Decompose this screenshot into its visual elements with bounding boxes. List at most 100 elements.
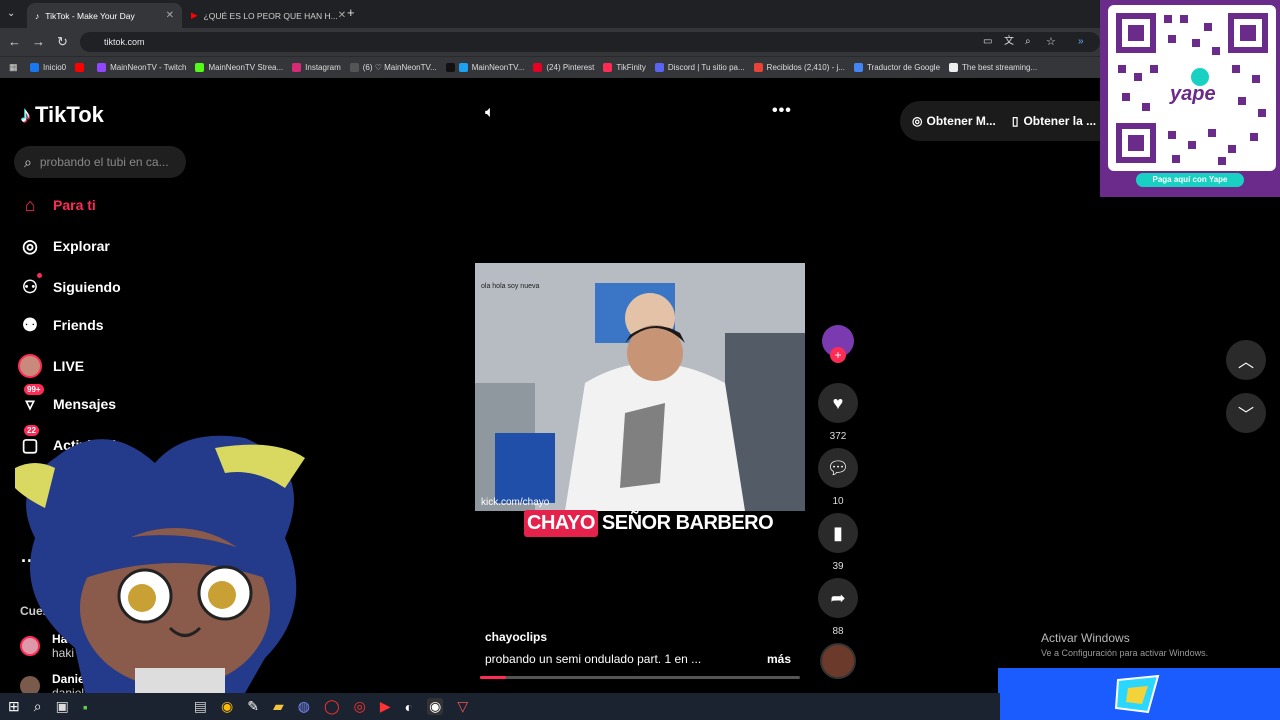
yape-pay-button[interactable]: Paga aquí con Yape <box>1136 173 1244 187</box>
video-caption: CHAYO SEÑOR BARBERO <box>524 510 774 537</box>
reload-icon[interactable]: ↻ <box>57 34 68 50</box>
comment-action[interactable]: 💬︎ 10 <box>818 448 858 507</box>
bookmark-item[interactable]: MainNeonTV... <box>445 63 524 72</box>
nav-explorar[interactable]: ◎ Explorar <box>18 234 110 258</box>
like-action[interactable]: ♥ 372 <box>818 383 858 442</box>
compass-icon: ◎ <box>22 235 38 256</box>
heart-icon[interactable]: ♥ <box>818 383 858 423</box>
url-input[interactable]: tiktok.com <box>80 32 1100 52</box>
forward-icon[interactable]: → <box>32 34 45 50</box>
creator-avatar[interactable]: + <box>822 325 854 363</box>
qr-code: yape <box>1108 5 1276 171</box>
share-icon[interactable]: ➦ <box>818 578 858 618</box>
youtube-favicon-icon: ▶ <box>191 10 198 20</box>
tab-search-icon[interactable]: ⌄ <box>7 6 15 22</box>
tab-youtube[interactable]: ▶ ¿QUÉ ES LO PEOR QUE HAN H... ✕ <box>183 3 346 28</box>
tab-label: ¿QUÉ ES LO PEOR QUE HAN H... <box>203 10 338 21</box>
google-translate-icon <box>853 63 863 72</box>
taskbar-app-icon[interactable]: ▣ <box>56 698 69 715</box>
bookmark-item[interactable]: The best streaming... <box>949 63 1037 72</box>
translate-icon[interactable]: 文 <box>1004 34 1014 50</box>
video-author[interactable]: chayoclips <box>485 630 547 644</box>
home-icon: ⌂ <box>24 194 36 215</box>
discord-icon[interactable]: ◍ <box>298 698 310 715</box>
bookmark-item[interactable]: (24) Pinterest <box>533 63 594 72</box>
windows-start-icon[interactable]: ⊞ <box>8 698 20 715</box>
chevron-up-icon: ︿ <box>1237 354 1254 371</box>
bookmark-icon[interactable]: ▮ <box>818 513 858 553</box>
activate-windows-subtitle: Ve a Configuración para activar Windows. <box>1041 648 1209 658</box>
vtuber-avatar-overlay <box>15 435 305 693</box>
save-action[interactable]: ▮ 39 <box>818 513 858 572</box>
minecraft-icon[interactable]: ▪ <box>83 699 88 715</box>
live-avatar-icon <box>18 354 42 378</box>
tab-tiktok[interactable]: ♪ TikTok - Make Your Day ✕ <box>27 3 182 28</box>
opera-gx-icon[interactable]: ◎ <box>354 698 366 715</box>
close-tab-icon[interactable]: ✕ <box>166 10 174 21</box>
video-description: probando un semi ondulado part. 1 en ... <box>485 652 702 666</box>
notepad-icon[interactable]: ▤ <box>194 698 207 715</box>
cast-icon[interactable]: ▭ <box>983 34 992 50</box>
search-icon[interactable]: ⌕ <box>34 698 42 715</box>
more-description-button[interactable]: más <box>767 652 791 666</box>
x-icon <box>349 63 359 72</box>
follow-plus-icon[interactable]: + <box>830 347 846 363</box>
twitch-icon <box>97 63 107 72</box>
instagram-icon <box>292 63 302 72</box>
extension-icon[interactable]: » <box>1078 34 1084 50</box>
taskbar-app-icon[interactable]: ✎ <box>247 698 259 715</box>
back-icon[interactable]: ← <box>8 34 21 50</box>
volume-icon[interactable]: 🔈︎ <box>485 104 495 122</box>
bookmark-item[interactable]: Instagram <box>292 63 341 72</box>
nav-mensajes[interactable]: ▿ 99+ Mensajes <box>18 384 116 416</box>
youtube-icon[interactable]: ▶ <box>380 698 391 715</box>
more-options-icon[interactable]: ••• <box>772 102 792 120</box>
kick-icon <box>195 63 205 72</box>
bookmark-item[interactable]: TikFinity <box>603 63 646 72</box>
bookmark-item[interactable]: MainNeonTV - Twitch <box>97 63 186 72</box>
bookmark-item[interactable]: Traductor de Google <box>853 63 940 72</box>
tiktok-note-icon: ♪ <box>20 102 31 127</box>
music-disc-icon[interactable] <box>820 643 856 679</box>
coin-icon: ◎ <box>912 114 923 128</box>
search-input[interactable]: ⌕ probando el tubi en ca... <box>14 146 186 178</box>
opera-icon[interactable]: ◯ <box>324 698 340 715</box>
get-app-bar: ◎ Obtener M... ▯ Obtener la ... <box>900 101 1100 141</box>
messages-icon: ▿ 99+ <box>18 384 44 416</box>
yape-brand: yape <box>1170 83 1216 105</box>
bookmark-item[interactable]: MainNeonTV Strea... <box>195 63 283 72</box>
bookmark-star-icon[interactable]: ☆ <box>1046 34 1056 50</box>
video-player[interactable]: ola hola soy nueva kick.com/chayo <box>475 263 805 511</box>
close-tab-icon[interactable]: ✕ <box>338 10 346 21</box>
share-action[interactable]: ➦ 88 <box>818 578 858 637</box>
stream-logo-box <box>998 668 1280 720</box>
obs-icon[interactable]: ◐ <box>405 699 413 715</box>
phone-icon: ▯ <box>1011 114 1019 128</box>
streaming-icon <box>949 63 959 72</box>
following-icon: ⚇ <box>18 273 42 299</box>
bookmark-item[interactable]: Inicio0 <box>30 63 66 72</box>
bookmark-item[interactable]: (6) ♡ MainNeonTV... <box>349 63 437 72</box>
get-coins-button[interactable]: Obtener M... <box>926 114 995 128</box>
nav-live[interactable]: LIVE <box>18 354 84 378</box>
next-video-button[interactable]: ﹀ <box>1226 393 1266 433</box>
get-app-button[interactable]: Obtener la ... <box>1023 114 1096 128</box>
tiktok-logo[interactable]: ♪ TikTok <box>20 102 104 128</box>
nav-siguiendo[interactable]: ⚇ Siguiendo <box>18 273 121 299</box>
nav-para-ti[interactable]: ⌂ Para ti <box>18 193 96 217</box>
yape-qr-overlay: yape Paga aquí con Yape <box>1100 0 1280 197</box>
apps-icon[interactable]: ▦ <box>9 62 18 73</box>
taskbar-app-icon[interactable]: ▽ <box>457 698 468 715</box>
bookmark-item[interactable]: Recibidos (2,410) - j... <box>753 63 845 72</box>
chrome-icon[interactable]: ◉ <box>221 698 233 715</box>
file-explorer-icon[interactable]: ▰ <box>273 698 284 715</box>
bookmark-item[interactable] <box>75 63 88 72</box>
zoom-icon[interactable]: ⌕ <box>1025 34 1031 50</box>
nav-friends[interactable]: ⚉ Friends <box>18 313 104 337</box>
bookmark-item[interactable]: Discord | Tu sitio pa... <box>654 63 745 72</box>
comment-icon[interactable]: 💬︎ <box>818 448 858 488</box>
new-tab-icon[interactable]: + <box>347 5 355 21</box>
previous-video-button[interactable]: ︿ <box>1226 340 1266 380</box>
video-progress-bar[interactable] <box>480 676 800 679</box>
chrome-active-icon[interactable]: ◉ <box>427 698 444 715</box>
